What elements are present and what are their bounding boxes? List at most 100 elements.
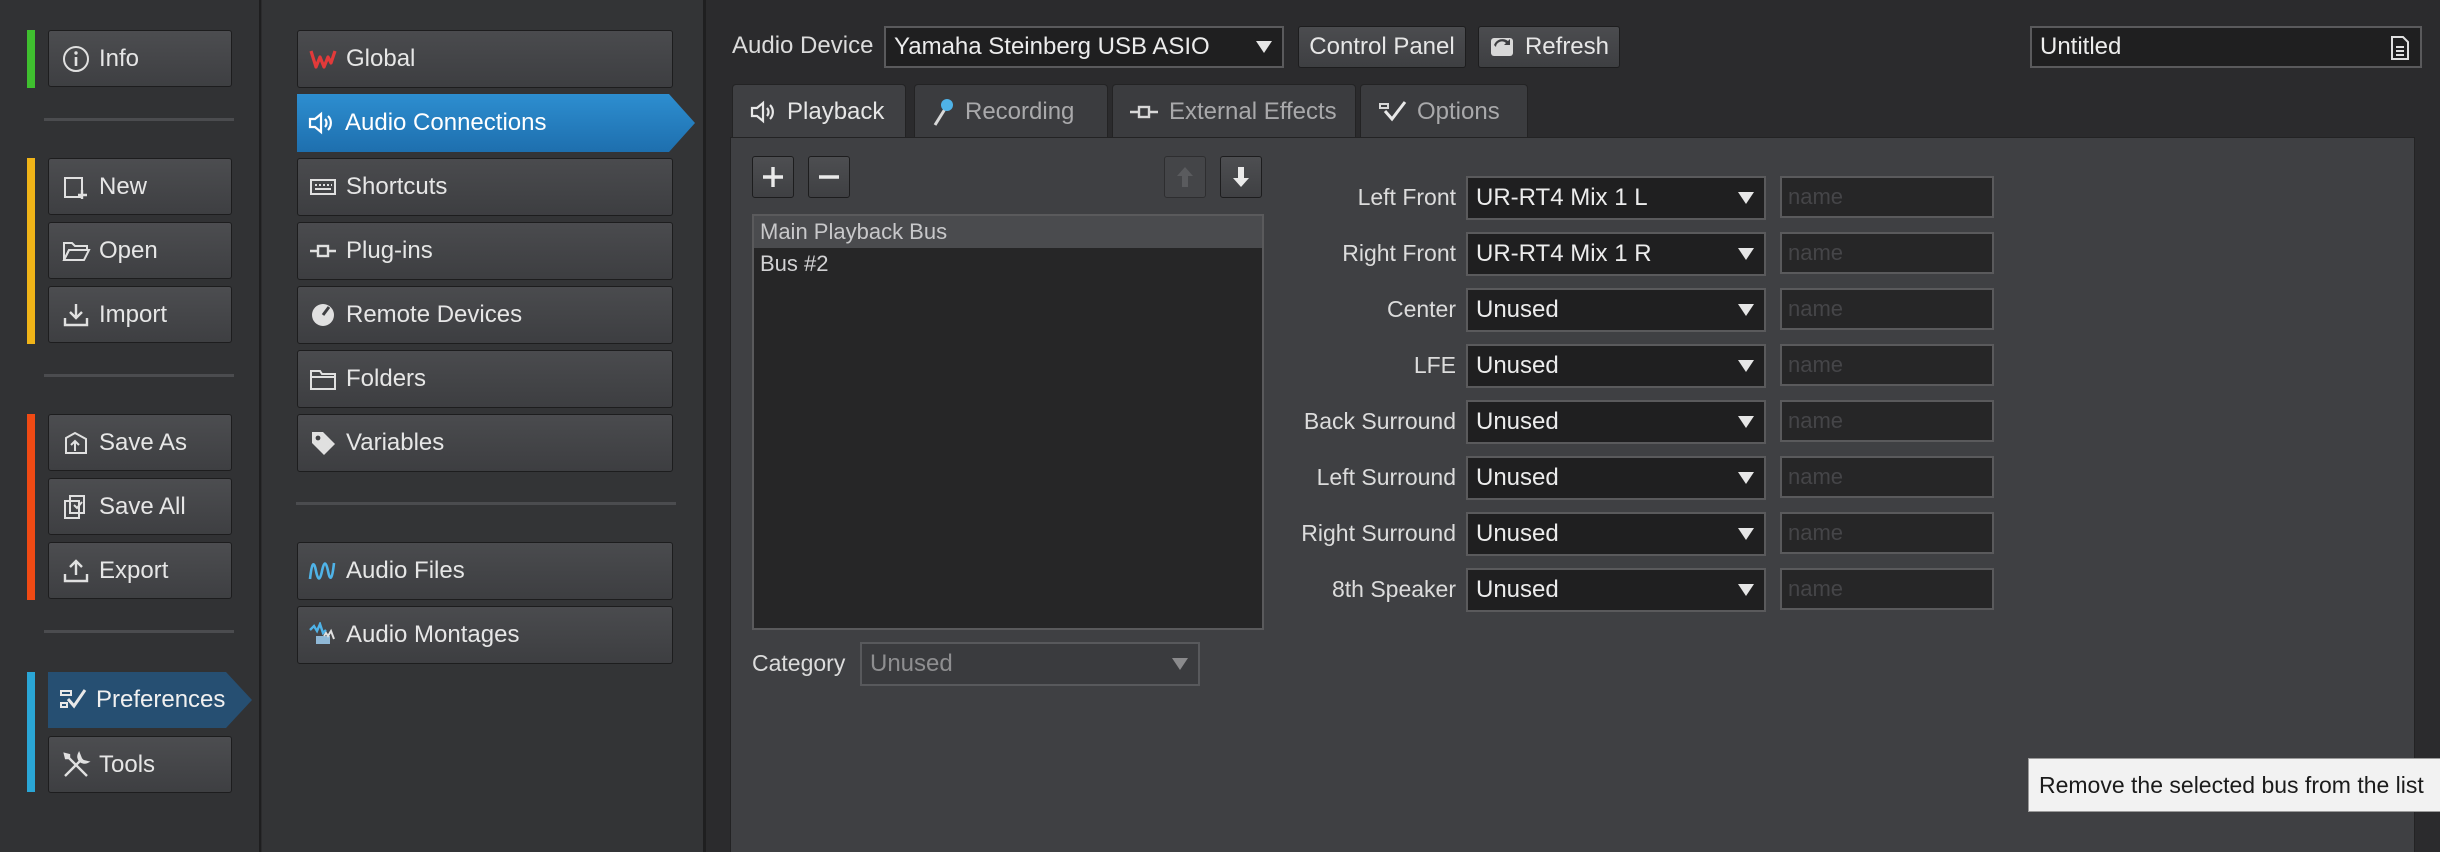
- add-bus-button[interactable]: [752, 156, 794, 198]
- tab-playback[interactable]: Playback: [732, 84, 906, 138]
- file-color-strip: [27, 158, 35, 344]
- tab-external-effects[interactable]: External Effects: [1112, 84, 1356, 138]
- info-label: Info: [99, 44, 140, 72]
- tab-label: Options: [1417, 97, 1500, 125]
- import-button[interactable]: Import: [48, 286, 232, 343]
- tools-button[interactable]: Tools: [48, 736, 232, 793]
- channel-name-input[interactable]: [1780, 344, 1994, 386]
- channel-output-dropdown[interactable]: Unused: [1466, 288, 1766, 332]
- channel-output-value: Unused: [1476, 352, 1559, 379]
- nav-item-label: Audio Files: [346, 557, 465, 584]
- control-panel-button[interactable]: Control Panel: [1298, 26, 1466, 68]
- audio-device-value: Yamaha Steinberg USB ASIO: [894, 33, 1210, 60]
- channel-name-input[interactable]: [1780, 232, 1994, 274]
- nav-item-audio-connections[interactable]: Audio Connections: [297, 94, 695, 152]
- channel-label: Back Surround: [1303, 408, 1456, 434]
- remove-bus-button[interactable]: [808, 156, 850, 198]
- channel-name-input[interactable]: [1780, 456, 1994, 498]
- channel-output-dropdown[interactable]: Unused: [1466, 568, 1766, 612]
- export-label: Export: [99, 556, 169, 584]
- minus-icon: [819, 175, 839, 179]
- info-icon: [61, 45, 91, 73]
- nav-item-label: Audio Montages: [346, 621, 520, 648]
- channel-output-dropdown[interactable]: UR-RT4 Mix 1 R: [1466, 232, 1766, 276]
- channel-output-dropdown[interactable]: UR-RT4 Mix 1 L: [1466, 176, 1766, 220]
- channel-name-input[interactable]: [1780, 176, 1994, 218]
- channel-name-input[interactable]: [1780, 512, 1994, 554]
- nav-item-audio-montages[interactable]: Audio Montages: [297, 606, 673, 664]
- save-as-label: Save As: [99, 428, 188, 456]
- channel-output-dropdown[interactable]: Unused: [1466, 456, 1766, 500]
- nav-item-label: Audio Connections: [345, 109, 547, 136]
- dropdown-arrow-icon: [1738, 304, 1754, 316]
- preset-name-field[interactable]: Untitled: [2030, 26, 2422, 68]
- nav-item-plug-ins[interactable]: Plug-ins: [297, 222, 673, 280]
- divider: [296, 502, 676, 505]
- new-button[interactable]: New: [48, 158, 232, 215]
- channel-label: Left Surround: [1316, 464, 1456, 490]
- save-all-label: Save All: [99, 492, 186, 520]
- category-dropdown[interactable]: Unused: [860, 642, 1200, 686]
- channel-name-input[interactable]: [1780, 400, 1994, 442]
- tab-label: External Effects: [1169, 97, 1337, 125]
- save-as-button[interactable]: Save As: [48, 414, 232, 471]
- dropdown-arrow-icon: [1738, 360, 1754, 372]
- nav-item-label: Folders: [346, 365, 427, 392]
- divider: [44, 118, 234, 121]
- refresh-label: Refresh: [1524, 33, 1610, 60]
- microphone-icon: [931, 97, 955, 127]
- info-color-strip: [27, 30, 35, 88]
- move-up-button[interactable]: [1164, 156, 1206, 198]
- checkmark-icon: [1377, 99, 1407, 125]
- channel-output-dropdown[interactable]: Unused: [1466, 512, 1766, 556]
- tab-options[interactable]: Options: [1360, 84, 1528, 138]
- speaker-icon: [307, 110, 337, 136]
- channel-output-dropdown[interactable]: Unused: [1466, 400, 1766, 444]
- preset-menu-icon[interactable]: [2388, 34, 2412, 62]
- channel-output-value: UR-RT4 Mix 1 R: [1476, 240, 1652, 267]
- tab-label: Playback: [787, 97, 885, 125]
- open-folder-icon: [61, 238, 91, 264]
- nav-item-audio-files[interactable]: Audio Files: [297, 542, 673, 600]
- channel-output-dropdown[interactable]: Unused: [1466, 344, 1766, 388]
- dropdown-arrow-icon: [1172, 658, 1188, 670]
- nav-item-shortcuts[interactable]: Shortcuts: [297, 158, 673, 216]
- nav-item-label: Global: [346, 45, 416, 72]
- plugin-icon: [308, 241, 338, 261]
- open-label: Open: [99, 236, 158, 264]
- nav-item-label: Plug-ins: [346, 237, 433, 264]
- tag-icon: [308, 429, 338, 457]
- export-button[interactable]: Export: [48, 542, 232, 599]
- export-icon: [61, 557, 91, 585]
- list-item[interactable]: Main Playback Bus: [754, 216, 1262, 248]
- save-all-button[interactable]: Save All: [48, 478, 232, 535]
- channel-name-input[interactable]: [1780, 288, 1994, 330]
- audio-device-dropdown[interactable]: Yamaha Steinberg USB ASIO: [884, 26, 1284, 68]
- preferences-button[interactable]: Preferences: [48, 672, 252, 728]
- open-button[interactable]: Open: [48, 222, 232, 279]
- save-all-icon: [61, 493, 91, 521]
- nav-item-global[interactable]: Global: [297, 30, 673, 88]
- bus-list[interactable]: Main Playback Bus Bus #2: [752, 214, 1264, 630]
- prefs-color-strip: [27, 672, 35, 792]
- keyboard-icon: [308, 177, 338, 197]
- channel-output-value: Unused: [1476, 576, 1559, 603]
- nav-item-variables[interactable]: Variables: [297, 414, 673, 472]
- checkmark-list-icon: [58, 686, 88, 714]
- list-item[interactable]: Bus #2: [754, 248, 1262, 280]
- new-label: New: [99, 172, 148, 200]
- refresh-icon: [1489, 36, 1515, 58]
- info-button[interactable]: Info: [48, 30, 232, 87]
- save-as-icon: [61, 429, 91, 457]
- channel-label: Center: [1386, 296, 1456, 322]
- nav-item-label: Shortcuts: [346, 173, 448, 200]
- nav-item-folders[interactable]: Folders: [297, 350, 673, 408]
- nav-item-remote-devices[interactable]: Remote Devices: [297, 286, 673, 344]
- tab-recording[interactable]: Recording: [914, 84, 1108, 138]
- nav-item-label: Remote Devices: [346, 301, 523, 328]
- refresh-button[interactable]: Refresh: [1478, 26, 1620, 68]
- channel-output-value: Unused: [1476, 296, 1559, 323]
- import-label: Import: [99, 300, 168, 328]
- plugin-icon: [1129, 102, 1159, 122]
- channel-name-input[interactable]: [1780, 568, 1994, 610]
